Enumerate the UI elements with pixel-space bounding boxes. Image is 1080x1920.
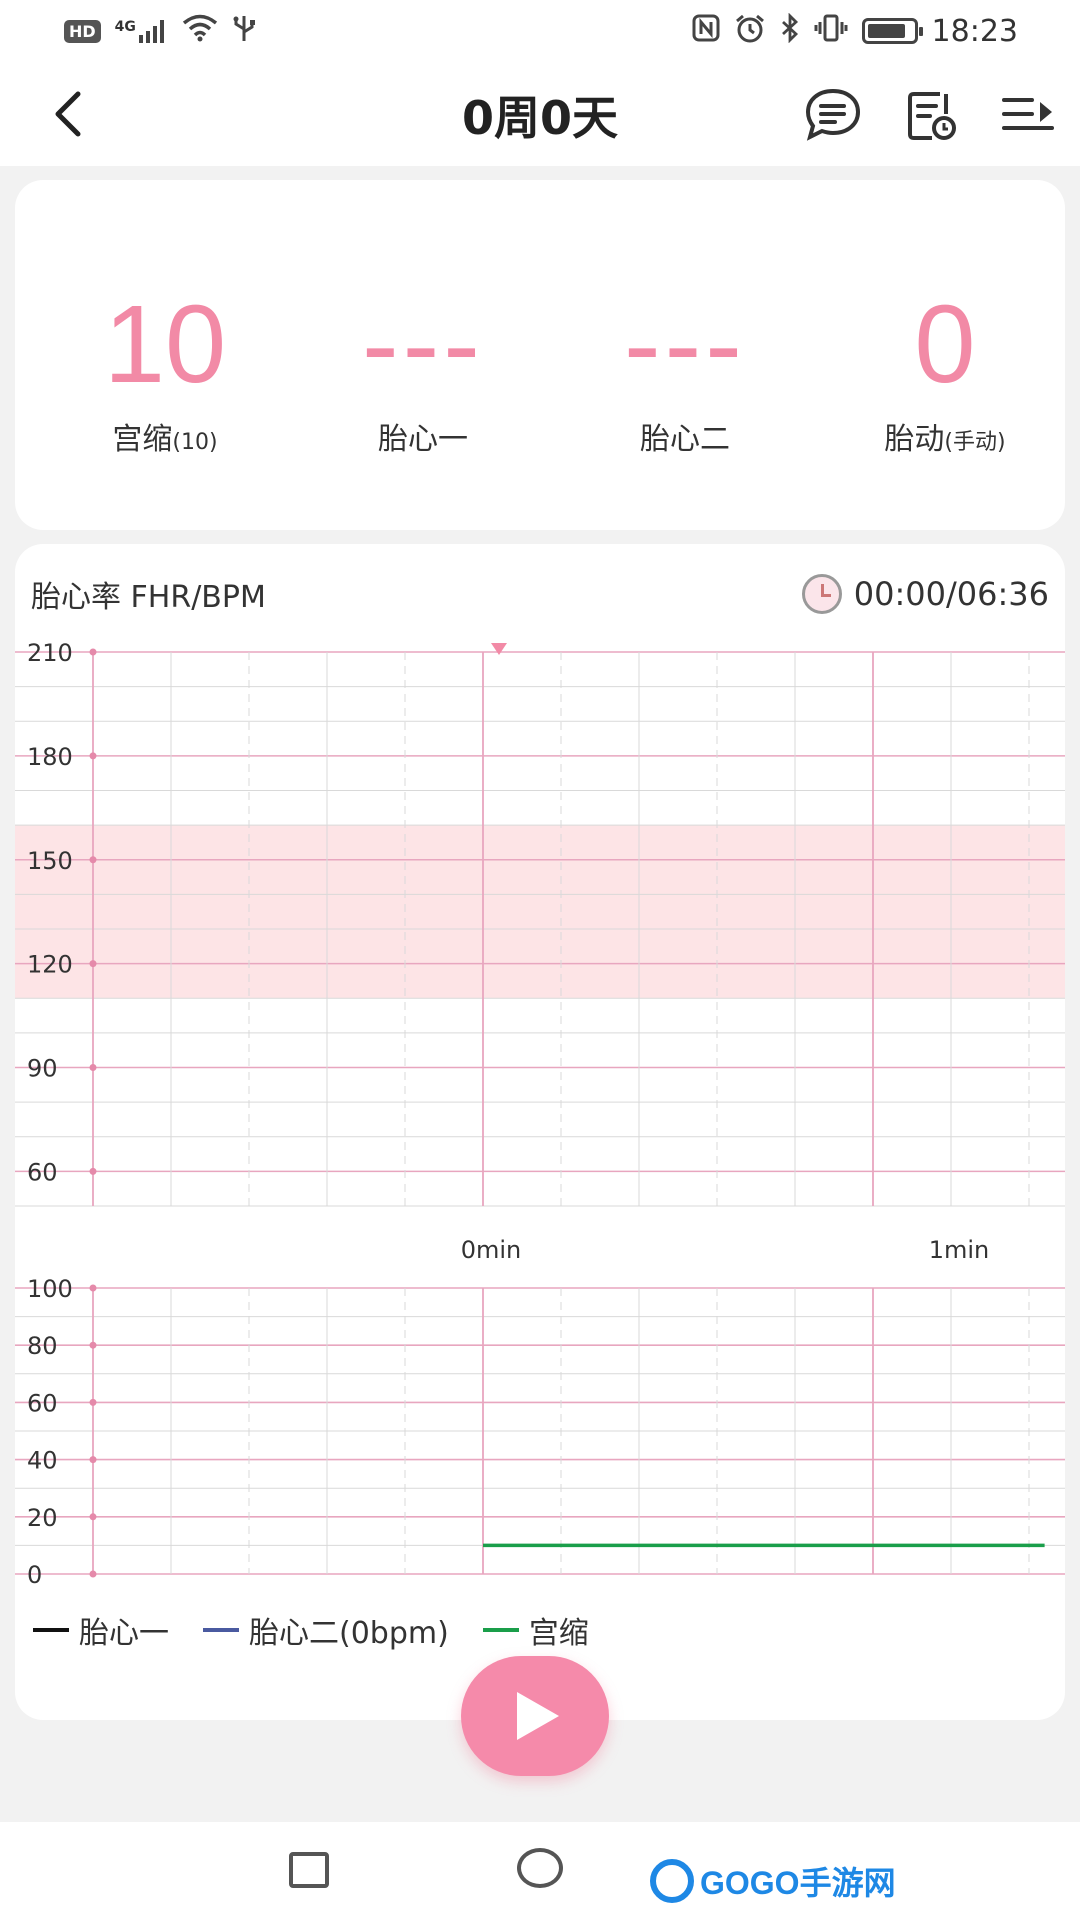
play-button[interactable] — [461, 1656, 609, 1776]
menu-expand-button[interactable] — [998, 84, 1058, 144]
legend-item-fhr2: 胎心二(0bpm) — [203, 1608, 449, 1652]
watermark-text: GOGO手游网 — [700, 1865, 896, 1901]
fhr-tick-dot — [89, 856, 97, 864]
alarm-icon — [734, 13, 766, 50]
fhr1-value: --- — [362, 283, 484, 406]
fhr-toco-chart[interactable]: 210 180 150 120 90 60 0min 1min 100 80 60 40 20 0 — [15, 544, 1065, 1604]
movement-label-text: 胎动 — [884, 422, 945, 457]
battery-icon — [861, 18, 923, 44]
chart-header: 胎心率 FHR/BPM 00:00/06:36 — [31, 572, 1049, 616]
usb-icon — [232, 13, 256, 50]
fhr2-label: 胎心二 — [640, 422, 730, 457]
toco-tick-dot — [89, 1456, 97, 1464]
movement-label: 胎动(手动) — [825, 414, 1065, 458]
watermark-circle-icon — [650, 1859, 694, 1903]
legend-item-fhr1: 胎心一 — [33, 1608, 169, 1652]
fhr-tick-dot — [89, 1064, 97, 1071]
status-time: 18:23 — [931, 13, 1018, 49]
toco-tick-dot — [89, 1341, 97, 1349]
stat-fhr1: --- 胎心一 — [303, 280, 543, 458]
fhr-tick-label: 60 — [27, 1158, 58, 1186]
toco-tick-dot — [89, 1570, 97, 1578]
normal-range-band — [15, 825, 1065, 999]
timer-value: 00:00/06:36 — [853, 575, 1049, 613]
playhead-marker-icon — [491, 643, 507, 655]
toco-tick-dot — [89, 1513, 97, 1521]
hd-badge: HD — [64, 19, 101, 43]
legend-swatch-toco — [482, 1628, 519, 1632]
contraction-label-text: 宫缩 — [112, 422, 173, 457]
legend-swatch-fhr1 — [33, 1628, 69, 1632]
fhr1-label: 胎心一 — [378, 422, 468, 457]
network-type: 4G — [114, 19, 136, 35]
message-icon — [805, 88, 861, 141]
fhr-tick-dot — [89, 752, 97, 760]
wifi-icon — [182, 14, 218, 49]
movement-sub: (手动) — [944, 430, 1006, 455]
legend-label-fhr1: 胎心一 — [79, 1616, 169, 1651]
watermark-logo: GOGO手游网 — [650, 1858, 896, 1904]
stat-contraction: 10 宫缩(10) — [45, 280, 285, 458]
system-nav-bar: GOGO手游网 — [0, 1822, 1080, 1920]
toco-tick-label: 0 — [27, 1561, 42, 1589]
fhr-tick-label: 150 — [27, 847, 73, 875]
status-right: 18:23 — [692, 12, 1018, 50]
signal-icon: 4G — [115, 19, 168, 43]
legend-label-toco: 宫缩 — [528, 1616, 589, 1651]
time-axis-label: 1min — [929, 1236, 990, 1264]
app-header: 0周0天 — [0, 62, 1080, 166]
status-left: HD 4G — [64, 13, 256, 50]
chart-legend: 胎心一 胎心二(0bpm) 宫缩 — [33, 1608, 589, 1652]
time-axis-label: 0min — [461, 1236, 522, 1264]
toco-tick-label: 40 — [27, 1447, 58, 1475]
fhr-tick-label: 120 — [27, 951, 73, 979]
fhr-tick-dot — [89, 1167, 97, 1175]
bluetooth-icon — [780, 12, 800, 50]
play-icon — [517, 1692, 559, 1740]
vibrate-icon — [814, 13, 848, 50]
clock-icon — [801, 574, 842, 614]
fhr-tick-label: 180 — [27, 743, 73, 771]
record-list-button[interactable] — [902, 84, 962, 144]
fhr-tick-label: 210 — [27, 639, 73, 667]
message-button[interactable] — [803, 84, 863, 144]
menu-expand-icon — [1002, 98, 1054, 130]
home-button[interactable] — [517, 1848, 563, 1888]
legend-label-fhr2: 胎心二(0bpm) — [249, 1616, 449, 1651]
toco-tick-label: 20 — [27, 1504, 58, 1532]
stat-movement: 0 胎动(手动) — [825, 280, 1065, 458]
fhr-tick-dot — [89, 648, 97, 656]
record-list-icon — [908, 92, 956, 140]
nfc-icon — [692, 14, 720, 49]
contraction-value: 10 — [103, 283, 227, 406]
toco-tick-label: 60 — [27, 1389, 58, 1417]
stats-card: 10 宫缩(10) --- 胎心一 --- 胎心二 0 胎动(手动) — [15, 180, 1065, 530]
stat-fhr2: --- 胎心二 — [565, 280, 805, 458]
chart-title: 胎心率 FHR/BPM — [31, 580, 266, 615]
toco-tick-dot — [89, 1284, 97, 1292]
fhr-tick-dot — [89, 960, 97, 968]
movement-value: 0 — [914, 283, 976, 406]
fhr2-value: --- — [624, 283, 746, 406]
status-bar: HD 4G 18:23 — [0, 0, 1080, 62]
toco-tick-label: 80 — [27, 1332, 58, 1360]
recents-button[interactable] — [289, 1852, 329, 1888]
contraction-sub: (10) — [172, 430, 218, 455]
contraction-label: 宫缩(10) — [45, 414, 285, 458]
legend-swatch-fhr2 — [203, 1628, 239, 1632]
timer: 00:00/06:36 — [801, 574, 1049, 614]
toco-tick-label: 100 — [27, 1275, 73, 1303]
chart-card: 210 180 150 120 90 60 0min 1min 100 80 60 40 20 0 胎心率… — [15, 544, 1065, 1720]
fhr-tick-label: 90 — [27, 1055, 58, 1083]
legend-item-toco: 宫缩 — [482, 1608, 589, 1652]
toco-tick-dot — [89, 1398, 97, 1406]
